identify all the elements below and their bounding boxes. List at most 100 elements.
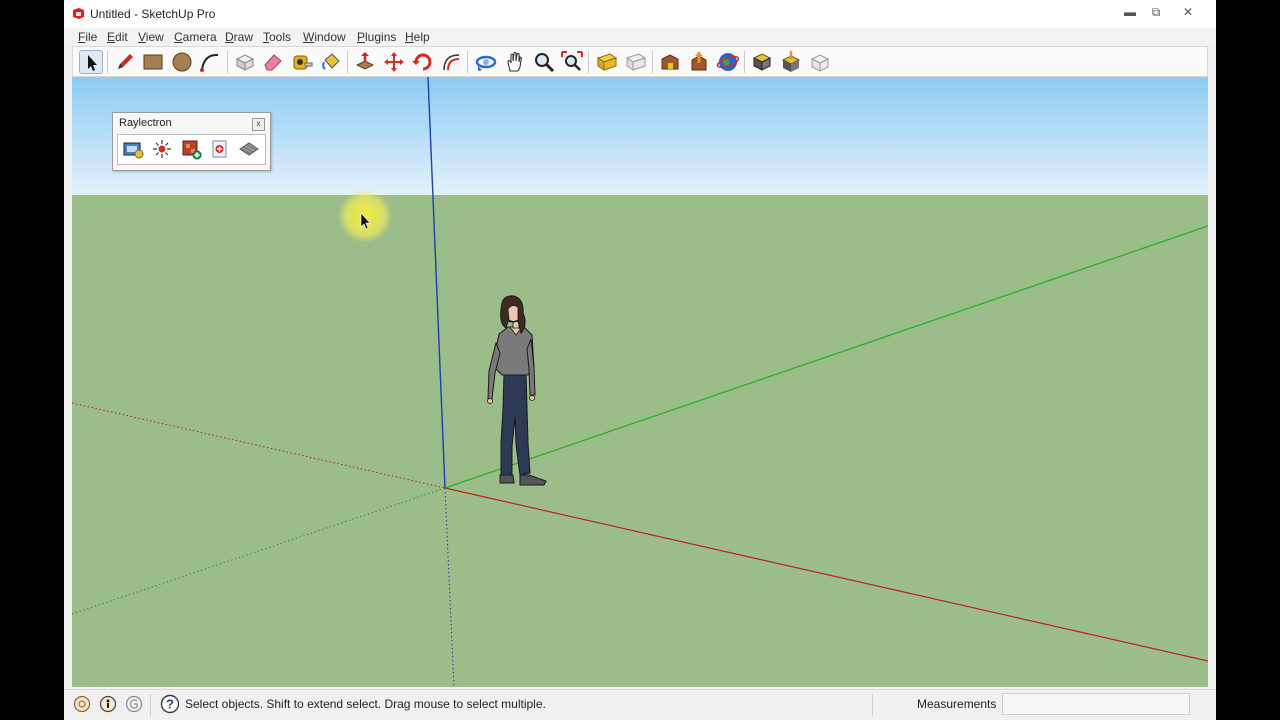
main-toolbar bbox=[72, 46, 1208, 77]
measurements-label: Measurements bbox=[917, 697, 997, 711]
select-tool-button[interactable] bbox=[79, 50, 103, 74]
next-view-tool-button[interactable] bbox=[624, 50, 648, 74]
circle-tool-button[interactable] bbox=[170, 50, 194, 74]
share-model-tool-button[interactable] bbox=[687, 50, 711, 74]
material-icon bbox=[182, 140, 202, 160]
close-button[interactable]: ✕ bbox=[1174, 2, 1202, 22]
move-tool-button[interactable] bbox=[382, 50, 406, 74]
measurements-input[interactable] bbox=[1002, 693, 1190, 715]
paint-bucket-tool-button[interactable] bbox=[319, 50, 343, 74]
toolbar-separator bbox=[744, 51, 745, 73]
sketchup-window: Untitled - SketchUp Pro ▬ ⧉ ✕ File Edit … bbox=[64, 0, 1216, 720]
arc-icon bbox=[200, 53, 219, 72]
raylectron-texture-button[interactable] bbox=[238, 138, 260, 160]
zoom-extents-tool-button[interactable] bbox=[560, 50, 584, 74]
help-button[interactable]: ? bbox=[160, 694, 180, 714]
ground bbox=[72, 195, 1208, 687]
minimize-button[interactable]: ▬ bbox=[1116, 2, 1144, 22]
toolbar-separator bbox=[652, 51, 653, 73]
raylectron-title: Raylectron bbox=[119, 117, 172, 129]
paint-bucket-icon bbox=[322, 53, 340, 70]
warehouse-icon bbox=[661, 54, 679, 70]
orbit-tool-button[interactable] bbox=[474, 50, 498, 74]
sketchup-logo-icon bbox=[73, 8, 84, 19]
tape-measure-icon bbox=[293, 55, 313, 70]
status-bar: ? Select objects. Shift to extend select… bbox=[64, 689, 1216, 720]
extension-icon bbox=[810, 54, 830, 72]
raylectron-add-emitter-button[interactable] bbox=[209, 138, 231, 160]
menu-help[interactable]: Help bbox=[405, 30, 430, 44]
previous-view-icon bbox=[596, 53, 618, 71]
menu-view[interactable]: View bbox=[138, 30, 164, 44]
extension-warehouse-tool-button[interactable] bbox=[808, 50, 832, 74]
raylectron-toolbar bbox=[117, 134, 266, 165]
share-component-tool-button[interactable] bbox=[779, 50, 803, 74]
zoom-tool-button[interactable] bbox=[532, 50, 556, 74]
click-highlight bbox=[338, 189, 392, 243]
raylectron-light-button[interactable] bbox=[151, 138, 173, 160]
make-component-tool-button[interactable] bbox=[233, 50, 257, 74]
get-components-icon bbox=[752, 53, 772, 71]
component-icon bbox=[235, 54, 255, 71]
get-components-tool-button[interactable] bbox=[750, 50, 774, 74]
next-view-icon bbox=[625, 53, 647, 71]
menu-file[interactable]: File bbox=[78, 30, 97, 44]
add-emitter-icon bbox=[212, 140, 227, 158]
raylectron-toolbar-panel[interactable]: Raylectron x bbox=[112, 112, 271, 171]
eraser-icon bbox=[264, 54, 282, 71]
pencil-tool-button[interactable] bbox=[113, 50, 137, 74]
arc-tool-button[interactable] bbox=[198, 50, 222, 74]
raylectron-close-button[interactable]: x bbox=[252, 118, 265, 131]
circle-icon bbox=[172, 52, 192, 72]
light-icon bbox=[153, 140, 171, 158]
restore-button[interactable]: ⧉ bbox=[1142, 2, 1170, 22]
raylectron-material-button[interactable] bbox=[180, 138, 202, 160]
status-separator bbox=[150, 694, 151, 716]
toolbar-separator bbox=[347, 51, 348, 73]
render-icon bbox=[123, 142, 144, 159]
menu-camera[interactable]: Camera bbox=[174, 30, 217, 44]
rectangle-icon bbox=[143, 54, 163, 70]
zoom-icon bbox=[535, 53, 555, 73]
toolbar-separator bbox=[467, 51, 468, 73]
sign-in-button[interactable] bbox=[125, 695, 143, 713]
status-separator bbox=[872, 694, 873, 716]
sign-in-icon bbox=[125, 695, 143, 713]
status-text: Select objects. Shift to extend select. … bbox=[185, 697, 546, 711]
credits-icon bbox=[99, 695, 117, 713]
pan-tool-button[interactable] bbox=[503, 50, 527, 74]
raylectron-render-button[interactable] bbox=[122, 138, 144, 160]
get-models-tool-button[interactable] bbox=[658, 50, 682, 74]
help-icon: ? bbox=[160, 694, 180, 714]
toolbar-separator bbox=[227, 51, 228, 73]
orbit-icon bbox=[475, 55, 497, 71]
google-earth-tool-button[interactable] bbox=[716, 50, 740, 74]
share-model-icon bbox=[691, 52, 707, 71]
globe-icon bbox=[716, 53, 740, 71]
rotate-tool-button[interactable] bbox=[411, 50, 435, 74]
menu-edit[interactable]: Edit bbox=[107, 30, 128, 44]
svg-text:?: ? bbox=[166, 697, 174, 712]
pencil-icon bbox=[118, 54, 133, 69]
push-pull-tool-button[interactable] bbox=[353, 50, 377, 74]
arrow-cursor-icon bbox=[88, 55, 97, 71]
geo-location-icon bbox=[73, 695, 91, 713]
eraser-tool-button[interactable] bbox=[261, 50, 285, 74]
menu-tools[interactable]: Tools bbox=[263, 30, 291, 44]
menu-bar: File Edit View Camera Draw Tools Window … bbox=[64, 28, 1216, 46]
menu-plugins[interactable]: Plugins bbox=[357, 30, 396, 44]
credits-button[interactable] bbox=[99, 695, 117, 713]
menu-draw[interactable]: Draw bbox=[225, 30, 253, 44]
tape-measure-tool-button[interactable] bbox=[290, 50, 314, 74]
geo-location-button[interactable] bbox=[73, 695, 91, 713]
previous-view-tool-button[interactable] bbox=[595, 50, 619, 74]
zoom-extents-icon bbox=[561, 51, 583, 71]
move-icon bbox=[384, 52, 404, 72]
offset-icon bbox=[443, 54, 460, 71]
offset-tool-button[interactable] bbox=[439, 50, 463, 74]
window-title: Untitled - SketchUp Pro bbox=[90, 7, 216, 21]
texture-icon bbox=[239, 142, 259, 156]
menu-window[interactable]: Window bbox=[303, 30, 346, 44]
rectangle-tool-button[interactable] bbox=[141, 50, 165, 74]
toolbar-separator bbox=[588, 51, 589, 73]
